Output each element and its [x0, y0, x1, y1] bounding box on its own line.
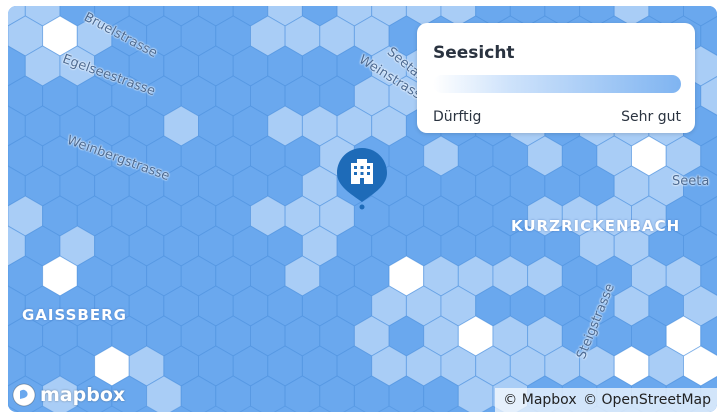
legend-high-label: Sehr gut: [621, 109, 681, 125]
legend-card: Seesicht Dürftig Sehr gut: [417, 23, 695, 133]
building-icon: [337, 148, 387, 210]
map-container[interactable]: Bruelstrasse Egelseestrasse Weinbergstra…: [8, 6, 717, 412]
attribution-osm-link[interactable]: © OpenStreetMap: [583, 392, 711, 408]
mapbox-logo-icon: [12, 383, 36, 407]
legend-gradient-bar: [433, 75, 681, 93]
district-label-gaissberg: GAISSBERG: [22, 306, 127, 324]
attribution-mapbox-link[interactable]: © Mapbox: [503, 392, 576, 408]
district-label-kurzrickenbach: KURZRICKENBACH: [511, 217, 681, 235]
mapbox-logo[interactable]: mapbox: [11, 382, 125, 408]
street-label-seeta: Seeta: [672, 174, 710, 189]
building-marker[interactable]: [335, 146, 389, 210]
map-attribution: © Mapbox © OpenStreetMap: [495, 388, 717, 412]
mapbox-logo-text: mapbox: [40, 384, 126, 406]
legend-title: Seesicht: [433, 43, 515, 63]
legend-low-label: Dürftig: [433, 109, 482, 125]
